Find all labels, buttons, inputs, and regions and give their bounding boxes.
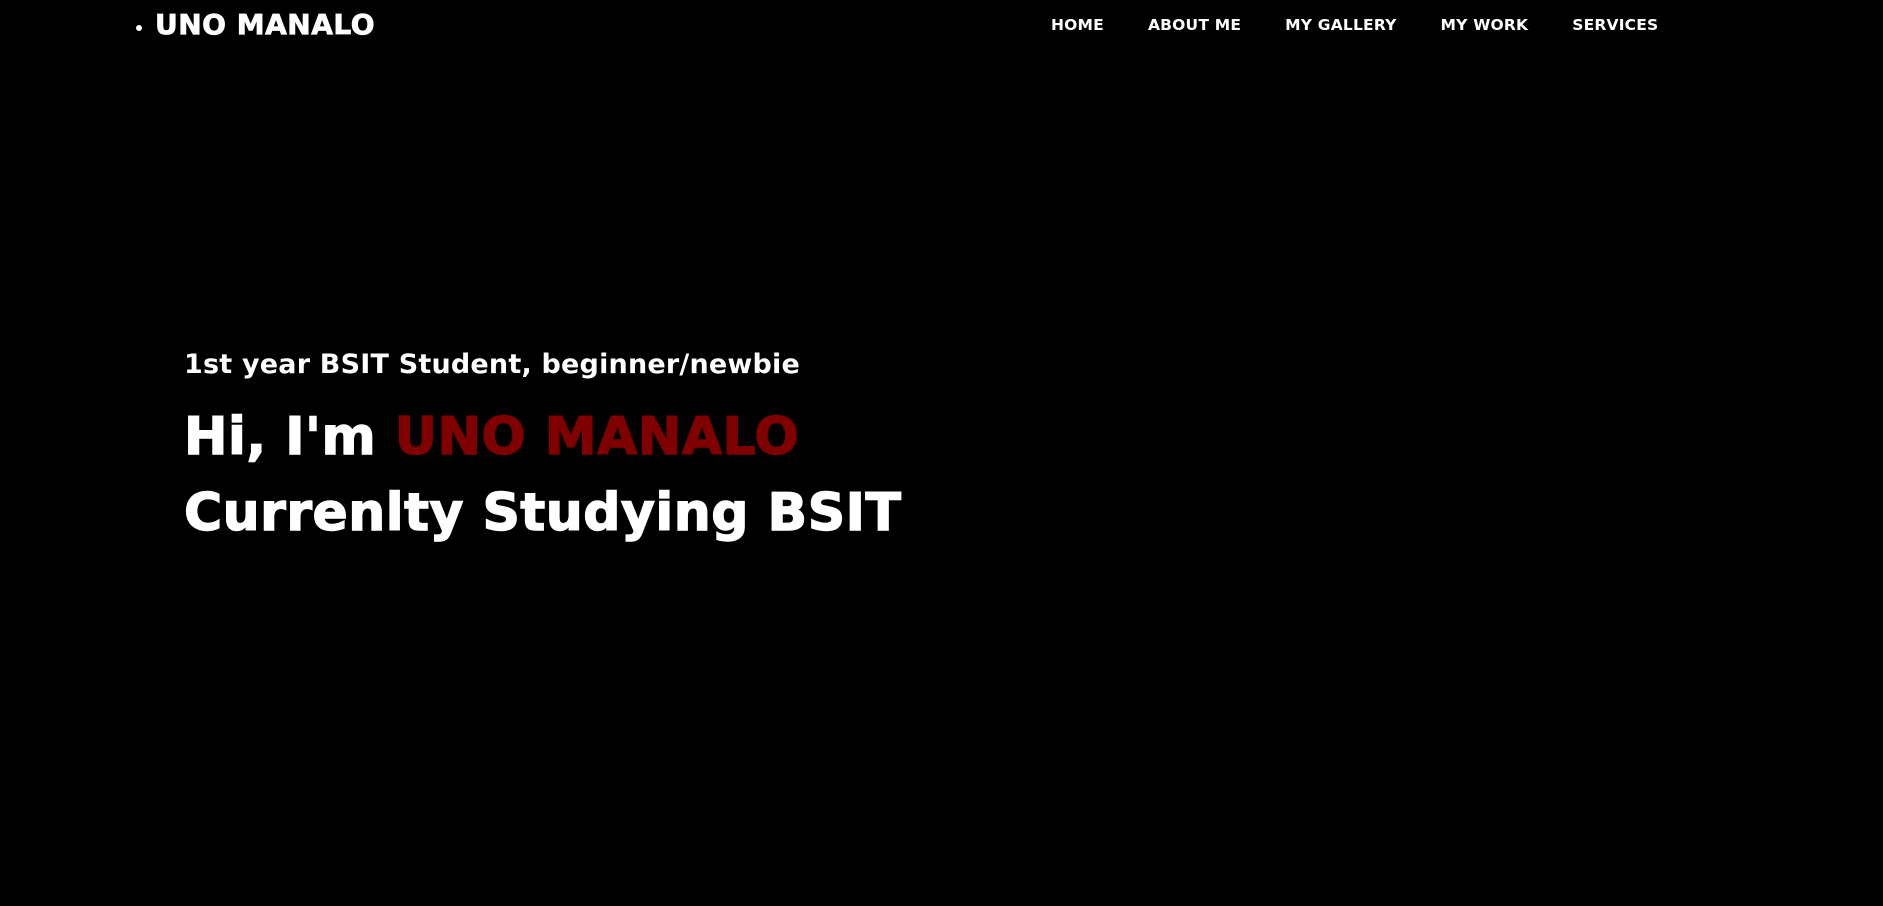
nav-link-about-me[interactable]: ABOUT ME [1148,14,1241,36]
nav-link-services[interactable]: SERVICES [1572,14,1658,36]
navbar: UNO MANALO HOME ABOUT ME MY GALLERY MY W… [0,0,1883,52]
nav-item-about-me: ABOUT ME [1148,14,1285,36]
nav-link-my-gallery[interactable]: MY GALLERY [1285,14,1396,36]
hero-name: UNO MANALO [394,406,800,467]
nav-item-home: HOME [1051,14,1148,36]
hero-greeting: Hi, I'm [183,406,377,467]
page: UNO MANALO HOME ABOUT ME MY GALLERY MY W… [0,0,1883,906]
site-logo[interactable]: UNO MANALO [155,6,375,44]
hero-subtitle: 1st year BSIT Student, beginner/newbie [184,349,801,380]
brand-list: UNO MANALO [155,6,375,44]
nav-item-my-work: MY WORK [1441,14,1573,36]
nav-link-home[interactable]: HOME [1051,14,1104,36]
nav-link-my-work[interactable]: MY WORK [1441,14,1529,36]
hero-tagline: Currenlty Studying BSIT [183,482,902,543]
hero-title: Hi, I'm UNO MANALO Currenlty Studying BS… [183,399,1284,551]
nav-item-my-gallery: MY GALLERY [1285,14,1440,36]
hero-section: 1st year BSIT Student, beginner/newbie H… [183,345,1284,551]
nav-item-services: SERVICES [1572,14,1702,36]
nav-menu: HOME ABOUT ME MY GALLERY MY WORK SERVICE… [1051,14,1702,36]
